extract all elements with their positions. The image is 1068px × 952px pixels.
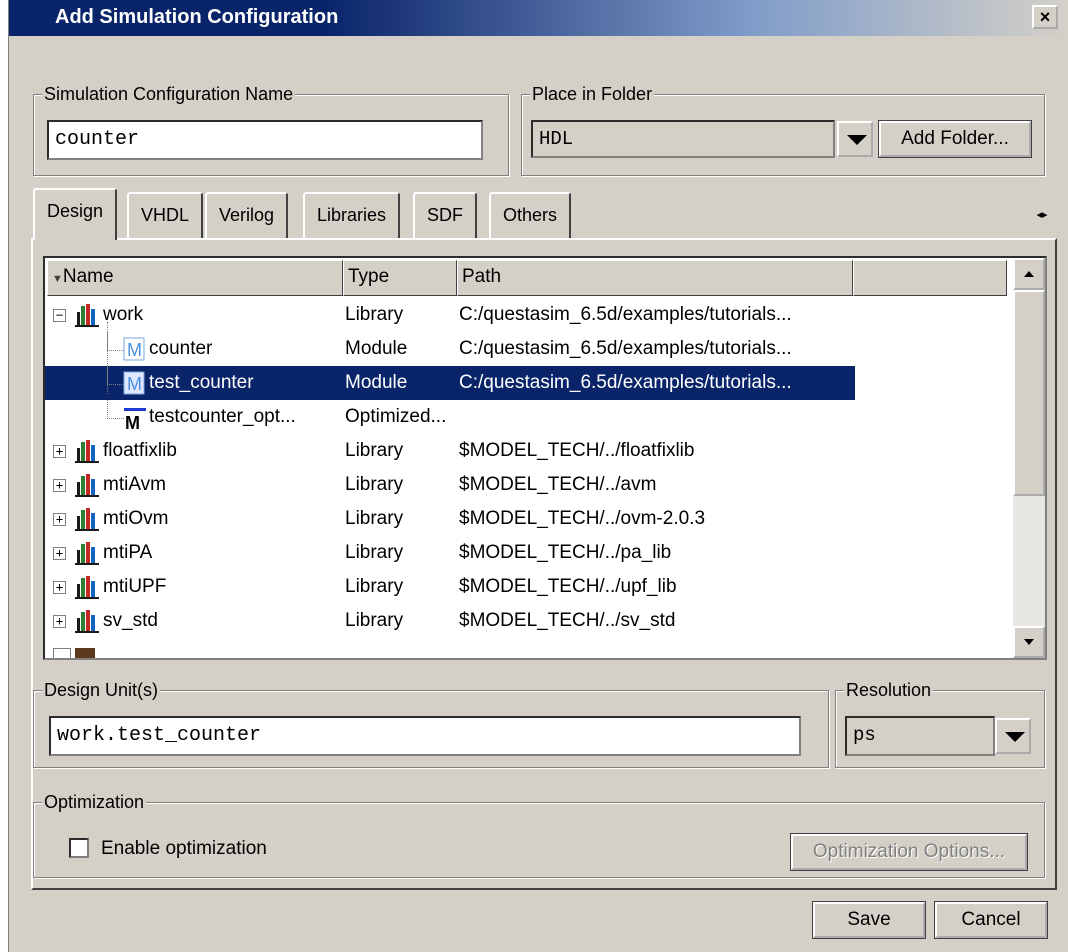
library-icon — [75, 608, 101, 646]
expander-icon — [53, 648, 71, 658]
row-path: $MODEL_TECH/../avm — [459, 474, 657, 495]
collapse-minus-icon[interactable]: − — [53, 309, 66, 322]
row-type: Library — [345, 304, 404, 325]
expand-plus-icon[interactable]: + — [53, 615, 66, 628]
cutoff-row — [53, 642, 843, 658]
svg-text:M: M — [127, 340, 142, 360]
design-units-input[interactable]: work.test_counter — [49, 716, 801, 756]
row-name: counter — [149, 338, 213, 359]
row-path: C:/questasim_6.5d/examples/tutorials... — [459, 304, 792, 325]
tab-sdf[interactable]: SDF — [413, 192, 477, 238]
resolution-select[interactable]: ps — [845, 716, 995, 756]
row-name: test_counter — [149, 372, 254, 393]
cancel-button[interactable]: Cancel — [934, 901, 1048, 939]
tree-connector — [107, 322, 108, 394]
column-header-type[interactable]: Type — [343, 260, 457, 296]
tab-others[interactable]: Others — [489, 192, 572, 238]
resolution-dropdown-arrow-icon[interactable] — [995, 718, 1031, 754]
row-path: C:/questasim_6.5d/examples/tutorials... — [459, 338, 792, 359]
row-type: Library — [345, 474, 404, 495]
optimization-options-button[interactable]: Optimization Options... — [790, 833, 1028, 871]
column-header-filler — [853, 260, 1007, 296]
scroll-up-icon[interactable] — [1013, 258, 1045, 290]
design-units-legend: Design Unit(s) — [42, 679, 161, 701]
row-type: Library — [345, 508, 404, 529]
row-name: mtiPA — [103, 542, 153, 563]
folder-legend: Place in Folder — [530, 83, 655, 105]
config-name-input[interactable]: counter — [47, 120, 483, 160]
table-row[interactable]: Mtest_counter Module C:/questasim_6.5d/exa… — [45, 366, 855, 400]
tab-libraries[interactable]: Libraries — [303, 192, 401, 238]
svg-text:M: M — [127, 374, 142, 394]
enable-optimization-label[interactable]: Enable optimization — [101, 838, 267, 860]
row-type: Library — [345, 610, 404, 631]
tree-connector — [107, 400, 124, 419]
row-name: mtiOvm — [103, 508, 169, 529]
table-row[interactable]: + mtiAvm Library $MODEL_TECH/../avm — [45, 468, 855, 502]
row-name: testcounter_opt... — [149, 406, 296, 427]
tree-connector — [107, 366, 124, 385]
row-type: Library — [345, 542, 404, 563]
expand-plus-icon[interactable]: + — [53, 479, 66, 492]
library-icon — [75, 648, 95, 658]
table-row[interactable]: + floatfixlib Library $MODEL_TECH/../floatf… — [45, 434, 855, 468]
tab-design[interactable]: Design — [33, 188, 118, 240]
vertical-scrollbar[interactable] — [1013, 258, 1045, 658]
svg-text:M: M — [125, 413, 140, 430]
row-path: $MODEL_TECH/../floatfixlib — [459, 440, 695, 461]
enable-optimization-checkbox[interactable] — [69, 838, 89, 858]
save-button[interactable]: Save — [812, 901, 926, 939]
row-type: Library — [345, 440, 404, 461]
row-type: Optimized... — [345, 406, 447, 427]
expand-plus-icon[interactable]: + — [53, 581, 66, 594]
row-name: work — [103, 304, 144, 325]
expand-plus-icon[interactable]: + — [53, 547, 66, 560]
add-simulation-configuration-dialog: Add Simulation Configuration × Simulatio… — [8, 0, 1068, 952]
row-type: Module — [345, 372, 408, 393]
row-name: sv_std — [103, 610, 158, 631]
table-row[interactable]: + mtiOvm Library $MODEL_TECH/../ovm-2.0.3 — [45, 502, 855, 536]
row-name: mtiUPF — [103, 576, 167, 597]
optimization-legend: Optimization — [42, 791, 147, 813]
row-name: mtiAvm — [103, 474, 166, 495]
row-path: $MODEL_TECH/../upf_lib — [459, 576, 677, 597]
row-path: $MODEL_TECH/../pa_lib — [459, 542, 672, 563]
window-title: Add Simulation Configuration — [55, 6, 339, 28]
expand-plus-icon[interactable]: + — [53, 513, 66, 526]
row-type: Module — [345, 338, 408, 359]
column-header-path[interactable]: Path — [457, 260, 853, 296]
add-folder-button[interactable]: Add Folder... — [878, 120, 1032, 158]
table-row[interactable]: + mtiPA Library $MODEL_TECH/../pa_lib — [45, 536, 855, 570]
table-row[interactable]: Mtestcounter_opt... Optimized... — [45, 400, 855, 434]
table-row[interactable]: + sv_std Library $MODEL_TECH/../sv_std — [45, 604, 855, 638]
close-button[interactable]: × — [1032, 5, 1058, 29]
folder-dropdown-arrow-icon[interactable] — [837, 121, 873, 157]
sort-triangle-icon: ▼ — [52, 273, 63, 285]
row-path: C:/questasim_6.5d/examples/tutorials... — [459, 372, 792, 393]
tab-verilog[interactable]: Verilog — [205, 192, 289, 238]
table-row[interactable]: + mtiUPF Library $MODEL_TECH/../upf_lib — [45, 570, 855, 604]
scroll-down-icon[interactable] — [1013, 626, 1045, 658]
tree-connector — [107, 332, 124, 351]
column-header-name[interactable]: ▼Name — [47, 260, 343, 296]
column-name-label: Name — [62, 266, 114, 287]
table-row[interactable]: Mcounter Module C:/questasim_6.5d/examples… — [45, 332, 855, 366]
design-tree-table[interactable]: ▼Name Type Path − work Library C:/questasim… — [43, 256, 1047, 660]
folder-select[interactable]: HDL — [531, 120, 835, 158]
row-name: floatfixlib — [103, 440, 177, 461]
tab-scroll-arrows-icon[interactable]: ◂▸ — [1027, 206, 1057, 224]
resolution-legend: Resolution — [844, 679, 934, 701]
row-path: $MODEL_TECH/../ovm-2.0.3 — [459, 508, 706, 529]
tab-vhdl[interactable]: VHDL — [127, 192, 204, 238]
table-row[interactable]: − work Library C:/questasim_6.5d/examples/t… — [45, 298, 855, 332]
row-type: Library — [345, 576, 404, 597]
config-name-legend: Simulation Configuration Name — [42, 83, 296, 105]
scroll-thumb[interactable] — [1013, 290, 1045, 496]
row-path: $MODEL_TECH/../sv_std — [459, 610, 676, 631]
expand-plus-icon[interactable]: + — [53, 445, 66, 458]
title-bar[interactable]: Add Simulation Configuration × — [9, 0, 1068, 36]
